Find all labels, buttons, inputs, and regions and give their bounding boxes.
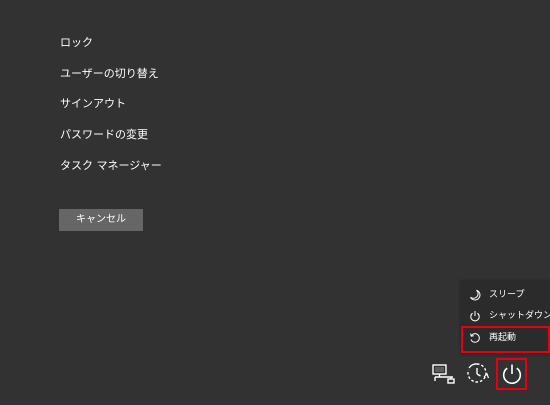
cancel-button[interactable]: キャンセル <box>59 209 143 231</box>
moon-icon <box>470 289 481 301</box>
restart-menu-item[interactable]: 再起動 <box>461 328 550 349</box>
task-manager-option[interactable]: タスク マネージャー <box>60 159 162 173</box>
switch-user-option[interactable]: ユーザーの切り替え <box>60 67 159 81</box>
change-password-option[interactable]: パスワードの変更 <box>60 128 148 142</box>
ease-of-access-icon[interactable] <box>465 361 489 385</box>
lock-option[interactable]: ロック <box>60 36 93 50</box>
restart-icon <box>470 333 480 343</box>
power-icon <box>470 311 480 322</box>
power-icon[interactable] <box>500 362 524 386</box>
sleep-label: スリープ <box>489 290 525 300</box>
shutdown-menu-item[interactable]: シャットダウン <box>461 306 550 327</box>
network-icon[interactable] <box>432 364 456 384</box>
restart-label: 再起動 <box>489 333 517 343</box>
sign-out-option[interactable]: サインアウト <box>60 97 126 111</box>
power-menu: スリープ シャットダウン 再起動 <box>461 281 550 354</box>
shutdown-label: シャットダウン <box>489 311 550 321</box>
sleep-menu-item[interactable]: スリープ <box>461 285 550 306</box>
